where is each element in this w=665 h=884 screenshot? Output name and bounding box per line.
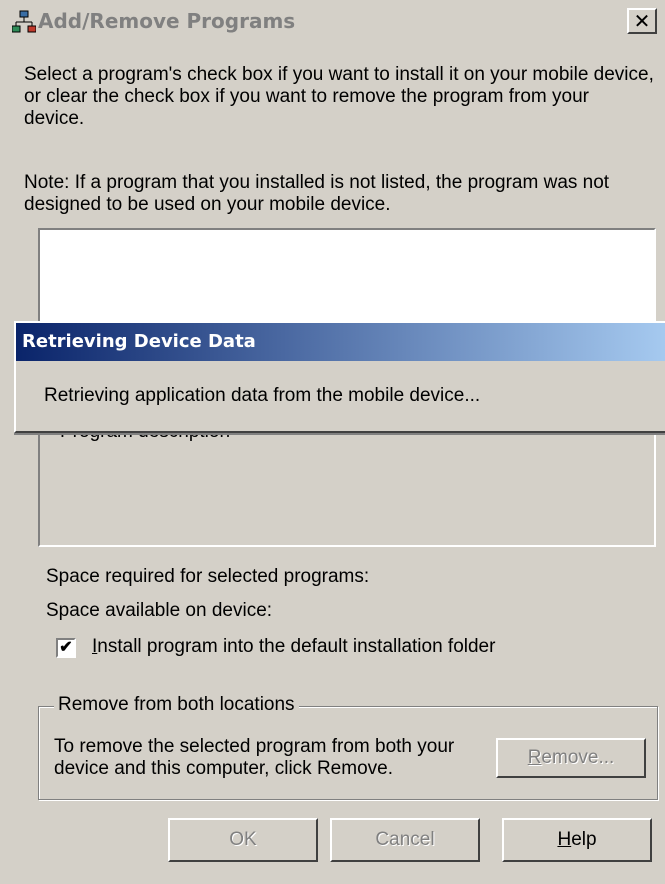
- retrieving-data-message: Retrieving application data from the mob…: [44, 385, 481, 406]
- install-default-folder-label[interactable]: Install program into the default install…: [92, 636, 495, 658]
- ok-button[interactable]: OK: [168, 818, 318, 862]
- window-titlebar[interactable]: Add/Remove Programs ✕: [0, 0, 665, 42]
- space-available-label: Space available on device:: [46, 600, 273, 621]
- retrieving-data-title: Retrieving Device Data: [22, 331, 256, 352]
- window-title: Add/Remove Programs: [38, 9, 296, 33]
- retrieving-data-dialog: Retrieving Device Data Retrieving applic…: [14, 321, 665, 433]
- install-default-folder-checkbox[interactable]: ✔: [56, 638, 76, 658]
- instruction-text: Select a program's check box if you want…: [24, 64, 654, 129]
- space-required-label: Space required for selected programs:: [46, 566, 370, 587]
- program-list[interactable]: [38, 228, 656, 328]
- retrieving-data-titlebar[interactable]: Retrieving Device Data: [16, 323, 665, 361]
- cancel-button[interactable]: Cancel: [330, 818, 480, 862]
- note-text: Note: If a program that you installed is…: [24, 172, 610, 215]
- add-remove-programs-icon: [11, 10, 37, 34]
- close-button[interactable]: ✕: [627, 8, 657, 34]
- help-button[interactable]: Help: [502, 818, 652, 862]
- remove-group-legend: Remove from both locations: [54, 694, 299, 716]
- remove-group-text: To remove the selected program from both…: [54, 736, 455, 779]
- remove-button[interactable]: Remove...: [496, 738, 646, 778]
